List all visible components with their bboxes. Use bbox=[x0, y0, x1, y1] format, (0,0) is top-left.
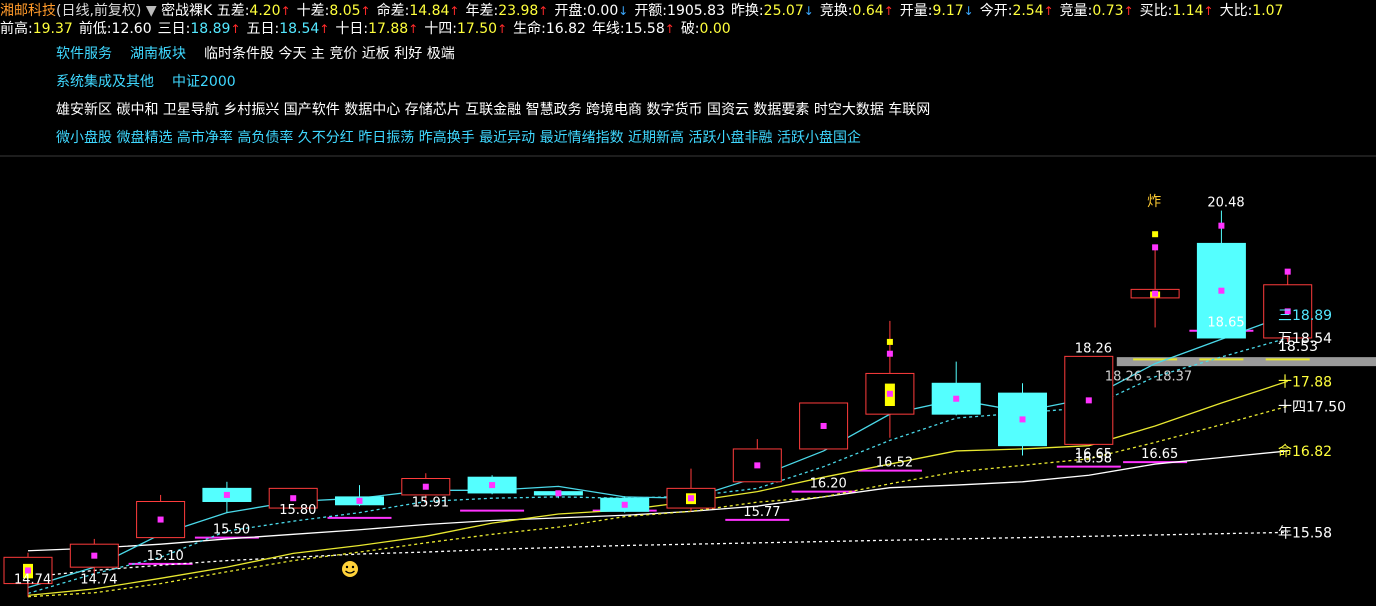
price-label: 14.74 bbox=[80, 573, 117, 588]
magenta-marker bbox=[223, 491, 230, 498]
price-label: 20.48 bbox=[1207, 196, 1244, 211]
smile-eye bbox=[345, 565, 349, 569]
candle[interactable] bbox=[931, 361, 981, 416]
chart-window[interactable]: 湘邮科技(日线,前复权) ▼ 密战裸K 五差:4.20↑ 十差:8.05↑ 命差:1… bbox=[0, 0, 1376, 606]
signal-marker bbox=[1218, 222, 1225, 229]
right-ma-label: 年15.58 bbox=[1278, 525, 1332, 541]
price-label: 16.52 bbox=[876, 456, 913, 471]
magenta-marker bbox=[688, 495, 694, 502]
magenta-marker bbox=[1152, 290, 1159, 297]
candle[interactable] bbox=[136, 494, 186, 539]
right-ma-label: 十17.88 bbox=[1278, 374, 1332, 390]
magenta-marker bbox=[886, 390, 893, 397]
magenta-marker bbox=[754, 462, 761, 469]
ma-year-line bbox=[27, 531, 1288, 578]
magenta-marker bbox=[157, 516, 164, 523]
signal-marker bbox=[1152, 244, 1159, 251]
magenta-marker bbox=[489, 482, 496, 489]
magenta-marker bbox=[290, 495, 297, 502]
candle[interactable] bbox=[1130, 245, 1180, 328]
price-label: 15.91 bbox=[412, 496, 449, 511]
candlestick-chart[interactable]: 14.74 14.74 15.10 15.50 15.80 15.91 15.77 16.20… bbox=[0, 0, 1376, 606]
smile-icon bbox=[342, 561, 358, 577]
magenta-marker bbox=[91, 552, 98, 559]
magenta-marker bbox=[820, 422, 827, 429]
price-label: 15.77 bbox=[743, 505, 780, 520]
magenta-marker bbox=[1218, 287, 1225, 294]
magenta-marker bbox=[555, 490, 562, 497]
price-label: 16.65 bbox=[1141, 447, 1178, 462]
candle[interactable] bbox=[865, 320, 915, 438]
signal-marker bbox=[1284, 268, 1291, 275]
right-ma-label: 十四17.50 bbox=[1278, 399, 1346, 415]
smile-eye bbox=[351, 565, 355, 569]
right-ma-label: 三18.89 bbox=[1278, 308, 1332, 324]
magenta-marker bbox=[953, 395, 960, 402]
price-label: 16.20 bbox=[810, 477, 847, 492]
magenta-marker bbox=[422, 483, 429, 490]
signal-marker bbox=[886, 350, 893, 357]
candle[interactable] bbox=[666, 468, 716, 512]
explode-label: 炸 bbox=[1147, 194, 1161, 210]
range-label: 18.26 - 18.37 bbox=[1105, 369, 1192, 384]
price-label: 18.26 bbox=[1075, 341, 1112, 356]
right-ma-label: 命16.82 bbox=[1278, 443, 1332, 460]
signal-marker bbox=[886, 338, 893, 345]
smile-face bbox=[342, 561, 358, 577]
price-label: 14.74 bbox=[14, 573, 51, 588]
price-label: 18.65 bbox=[1207, 316, 1244, 331]
magenta-marker bbox=[1019, 416, 1026, 423]
signal-marker bbox=[1152, 231, 1159, 238]
price-label: 16.58 bbox=[1075, 452, 1112, 467]
magenta-marker bbox=[621, 501, 628, 508]
magenta-marker bbox=[1085, 397, 1092, 404]
magenta-marker bbox=[356, 497, 363, 504]
right-ma-label: 18.53 bbox=[1278, 339, 1318, 355]
price-label: 15.50 bbox=[213, 523, 250, 538]
price-label: 15.10 bbox=[147, 549, 184, 564]
candle[interactable] bbox=[732, 439, 782, 483]
price-label: 15.80 bbox=[279, 503, 316, 518]
